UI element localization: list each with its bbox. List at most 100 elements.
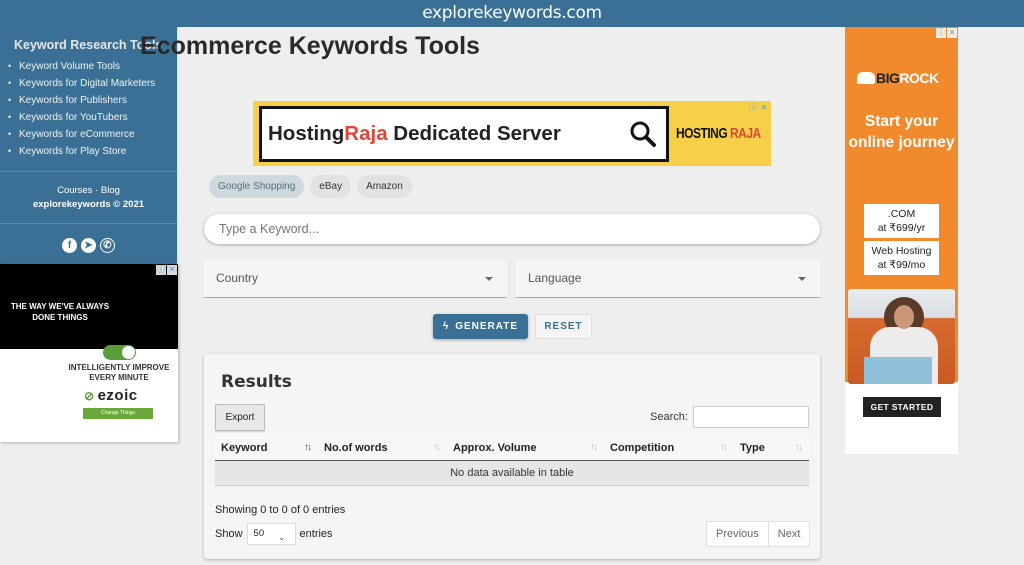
column-header-no-of-words[interactable]: No.of words ↑↓ [318,436,447,461]
sidebar-item-publishers[interactable]: Keywords for Publishers [8,92,177,109]
sidebar-item-youtubers[interactable]: Keywords for YouTubers [8,109,177,126]
footer-links[interactable]: Courses · Blog [0,184,177,198]
keyword-input[interactable] [204,214,820,244]
logo-rock: ROCK [899,70,939,86]
offer-price: at ₹699/yr [877,222,926,234]
banner-text-hosting: Hosting [268,122,345,145]
banner-ad-hostingraja[interactable]: HostingRaja Dedicated Server HOSTING RAJ… [253,101,771,166]
site-name[interactable]: explorekeywords.com [422,3,602,23]
social-links: f ➤ ✆ [0,224,177,253]
sidebar-nav: Keyword Volume Tools Keywords for Digita… [0,52,177,160]
bolt-icon: ϟ [442,321,450,332]
table-info: Showing 0 to 0 of 0 entries [215,504,346,516]
tab-google-shopping[interactable]: Google Shopping [209,175,305,198]
magnifier-icon [630,121,656,147]
brand-raja: RAJA [730,124,761,142]
language-select-label: Language [528,271,582,285]
photo-laptop [864,357,932,384]
ad-info-icon[interactable]: ⓘ [156,265,166,275]
get-started-button[interactable]: GET STARTED [863,397,941,417]
hostingraja-logo: HOSTING RAJA [676,124,761,142]
whatsapp-icon[interactable]: ✆ [100,238,115,253]
column-label: Keyword [221,441,268,454]
table-search-label: Search: [650,411,688,423]
ad-info-icon[interactable]: ⓘ [748,103,758,113]
telegram-icon[interactable]: ➤ [81,238,96,253]
offer-title: .COM [887,208,916,220]
sidebar-item-digital-marketers[interactable]: Keywords for Digital Marketers [8,75,177,92]
offer-web-hosting: Web Hosting at ₹99/mo [864,241,939,275]
table-header-row: Keyword ↑↓ No.of words ↑↓ Approx. Volume ↑↓… [215,436,809,461]
ad-close-icon[interactable]: ✕ [167,265,177,275]
ad-choices: ⓘ ✕ [156,265,177,275]
photo-face [894,305,914,329]
table-row: No data available in table [215,460,809,486]
ad-choices: ⓘ ✕ [936,28,957,38]
country-select-label: Country [216,271,259,285]
page-size-select[interactable]: 50 ⌄ [246,523,296,545]
sidebar-item-ecommerce[interactable]: Keywords for eCommerce [8,126,177,143]
ad-left-ezoic[interactable]: THE WAY WE'VE ALWAYS DONE THINGS ⓘ ✕ INT… [0,264,178,442]
sidebar-footer: Courses · Blog explorekeywords © 2021 [0,172,177,223]
results-card: Results Export Search: Keyword ↑↓ No.of w… [204,354,820,559]
column-header-type[interactable]: Type ↑↓ [734,436,809,461]
column-label: Competition [610,441,675,454]
empty-table-message: No data available in table [215,460,809,486]
page-size-value: 50 [253,528,265,539]
show-label: Show [215,528,243,540]
bigrock-logo: BIGROCK [857,70,939,86]
column-header-competition[interactable]: Competition ↑↓ [604,436,734,461]
brand-hosting: HOSTING [676,124,731,142]
ad-close-icon[interactable]: ✕ [759,103,769,113]
ad-cta-button[interactable]: Change Things [83,408,153,419]
dropdown-caret-icon [798,277,806,281]
sidebar: Keyword Research Tools Keyword Volume To… [0,27,178,264]
banner-text-dedicated: Dedicated Server [387,122,561,145]
toggle-graphic [103,345,136,360]
column-header-keyword[interactable]: Keyword ↑↓ [215,436,318,461]
column-header-approx-volume[interactable]: Approx. Volume ↑↓ [447,436,604,461]
ezoic-icon: ⊘ [84,389,95,403]
sort-icon: ↑↓ [795,442,803,453]
generate-label: GENERATE [455,321,519,332]
sidebar-item-play-store[interactable]: Keywords for Play Store [8,143,177,160]
language-select[interactable]: Language [516,260,820,298]
generate-button[interactable]: ϟ GENERATE [433,314,528,339]
sort-icon: ↑↓ [304,442,312,453]
site-header: explorekeywords.com [0,0,1024,27]
table-search-input[interactable] [693,406,809,428]
ad-choices: ⓘ ✕ [748,103,769,113]
tab-ebay[interactable]: eBay [310,175,352,198]
export-button[interactable]: Export [215,404,265,431]
reset-button[interactable]: RESET [535,314,592,339]
copyright: explorekeywords © 2021 [32,199,145,210]
ad-right-bigrock[interactable]: ⓘ ✕ BIGROCK Start your online journey .C… [845,27,958,454]
tab-amazon[interactable]: Amazon [357,175,412,198]
entries-label: entries [299,528,333,540]
marketplace-tabs: Google Shopping eBay Amazon [209,175,412,198]
results-heading: Results [221,372,292,392]
offer-title: Web Hosting [871,245,932,257]
offer-price: at ₹99/mo [877,259,926,271]
previous-button[interactable]: Previous [707,522,768,546]
ad-photo [848,289,955,384]
ad-top-text: THE WAY WE'VE ALWAYS DONE THINGS [10,302,110,322]
banner-text-raja: Raja [344,122,388,145]
country-select[interactable]: Country [204,260,507,298]
dropdown-caret-icon [485,277,493,281]
column-label: Type [740,441,765,454]
banner-ad-box: HostingRaja Dedicated Server [259,106,669,162]
column-label: Approx. Volume [453,441,537,454]
chevron-down-icon: ⌄ [277,532,286,542]
pagination: Previous Next [706,521,811,547]
ad-close-icon[interactable]: ✕ [947,28,957,38]
facebook-icon[interactable]: f [62,238,77,253]
sort-icon: ↑↓ [590,442,598,453]
next-button[interactable]: Next [767,522,810,546]
banner-ad-text: HostingRaja Dedicated Server [268,122,561,146]
ad-middle-text: INTELLIGENTLY IMPROVE EVERY MINUTE [68,363,170,382]
page-length-control: Show 50 ⌄ entries [215,523,333,545]
offer-com: .COM at ₹699/yr [864,204,939,238]
ad-info-icon[interactable]: ⓘ [936,28,946,38]
ezoic-logo: ⊘ ezoic [84,387,138,404]
